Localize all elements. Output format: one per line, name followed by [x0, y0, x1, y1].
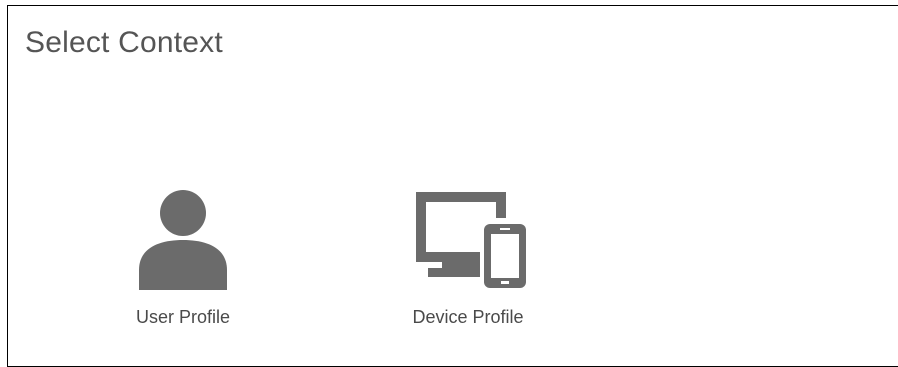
- devices-icon: [388, 186, 548, 294]
- user-profile-option[interactable]: User Profile: [103, 186, 263, 336]
- device-profile-label: Device Profile: [412, 307, 524, 327]
- device-profile-option[interactable]: Device Profile: [388, 186, 548, 336]
- user-icon: [103, 186, 263, 294]
- select-context-dialog: Select Context User Profile Device Profi…: [7, 5, 898, 367]
- user-profile-label: User Profile: [135, 307, 231, 327]
- dialog-title: Select Context: [25, 26, 223, 59]
